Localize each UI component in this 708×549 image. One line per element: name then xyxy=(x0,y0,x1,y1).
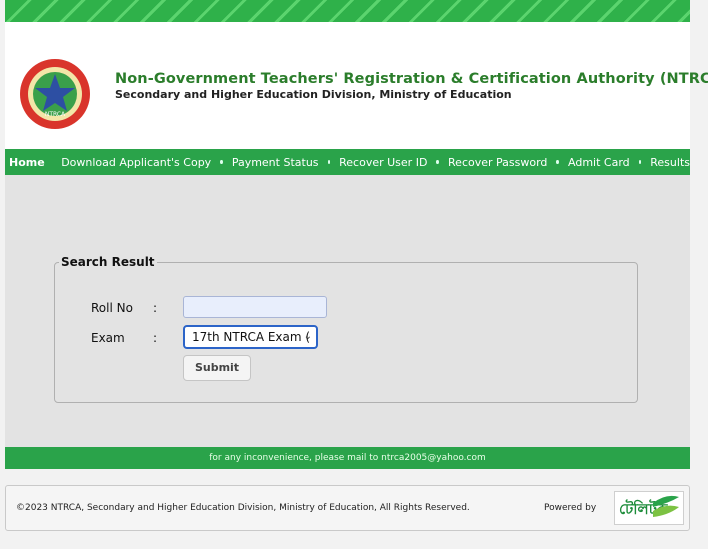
ntrca-logo-icon: NTRCA xyxy=(20,59,90,129)
powered-by-text: Powered by xyxy=(544,503,597,513)
copyright-text: ©2023 NTRCA, Secondary and Higher Educat… xyxy=(16,503,470,513)
teletalk-logo[interactable]: টেলিটক xyxy=(614,491,684,525)
page-subtitle: Secondary and Higher Education Division,… xyxy=(115,88,512,101)
teletalk-leaf-icon xyxy=(653,495,679,517)
top-stripe xyxy=(5,0,690,22)
nav-admit-card[interactable]: Admit Card xyxy=(568,156,630,169)
spacer xyxy=(5,469,690,485)
nav-separator xyxy=(220,160,223,164)
search-result-form: Search Result Roll No: Exam: 17th NTRCA … xyxy=(54,255,638,403)
site-footer: ©2023 NTRCA, Secondary and Higher Educat… xyxy=(5,485,690,531)
exam-select[interactable]: 17th NTRCA Exam ( ⌄ xyxy=(183,325,318,349)
chevron-down-icon: ⌄ xyxy=(303,331,312,342)
nav-separator xyxy=(638,160,642,164)
nav-results[interactable]: Results xyxy=(650,156,690,169)
nav-recover-user-id[interactable]: Recover User ID xyxy=(339,156,427,169)
nav-payment-status[interactable]: Payment Status xyxy=(232,156,319,169)
nav-home[interactable]: Home xyxy=(9,156,61,169)
exam-selected-value: 17th NTRCA Exam ( xyxy=(192,330,311,344)
roll-row: Roll No: xyxy=(91,301,183,315)
main-content: Search Result Roll No: Exam: 17th NTRCA … xyxy=(5,175,690,447)
page-title: Non-Government Teachers' Registration & … xyxy=(115,71,708,87)
nav-separator xyxy=(327,160,331,164)
nav-separator xyxy=(556,160,560,164)
exam-colon: : xyxy=(153,331,158,345)
nav-download-copy[interactable]: Download Applicant's Copy xyxy=(61,156,211,169)
logo-text: NTRCA xyxy=(45,111,66,118)
search-result-legend: Search Result xyxy=(61,255,155,269)
exam-row: Exam: xyxy=(91,331,183,345)
nav-separator xyxy=(436,160,440,164)
site-header: NTRCA Non-Government Teachers' Registrat… xyxy=(5,22,708,149)
roll-no-input[interactable] xyxy=(183,296,327,318)
mail-notice: for any inconvenience, please mail to nt… xyxy=(5,447,690,469)
nav-recover-password[interactable]: Recover Password xyxy=(448,156,547,169)
submit-button[interactable]: Submit xyxy=(183,355,251,381)
roll-colon: : xyxy=(153,301,158,315)
header-titles: Non-Government Teachers' Registration & … xyxy=(115,71,708,101)
main-nav: Home Download Applicant's Copy Payment S… xyxy=(5,149,690,175)
roll-label: Roll No xyxy=(91,301,133,315)
page: NTRCA Non-Government Teachers' Registrat… xyxy=(5,0,708,531)
exam-label: Exam xyxy=(91,331,125,345)
